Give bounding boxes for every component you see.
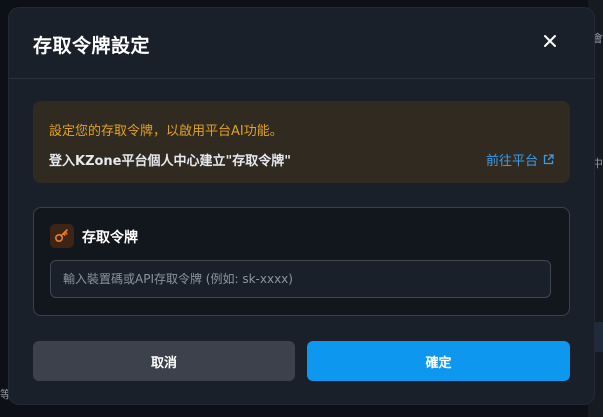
- close-icon: [544, 35, 556, 47]
- access-token-dialog: 存取令牌設定 設定您的存取令牌，以啟用平台AI功能。 登入KZone平台個人中心…: [9, 8, 594, 404]
- go-to-platform-link[interactable]: 前往平台: [486, 150, 554, 169]
- info-notice: 設定您的存取令牌，以啟用平台AI功能。 登入KZone平台個人中心建立"存取令牌…: [33, 101, 570, 183]
- token-input[interactable]: [50, 260, 551, 298]
- confirm-button[interactable]: 確定: [307, 341, 570, 381]
- notice-warning-text: 設定您的存取令牌，以啟用平台AI功能。: [49, 124, 283, 139]
- close-button[interactable]: [539, 30, 561, 52]
- dialog-header: 存取令牌設定: [9, 8, 594, 79]
- notice-instruction-text: 登入KZone平台個人中心建立"存取令牌": [49, 154, 292, 169]
- key-icon: [50, 224, 74, 248]
- cancel-button[interactable]: 取消: [33, 341, 295, 381]
- go-to-platform-label: 前往平台: [485, 154, 538, 169]
- dialog-title: 存取令牌設定: [33, 35, 151, 57]
- token-label: 存取令牌: [82, 230, 138, 246]
- external-link-icon: [543, 154, 554, 165]
- token-section: 存取令牌: [33, 207, 570, 316]
